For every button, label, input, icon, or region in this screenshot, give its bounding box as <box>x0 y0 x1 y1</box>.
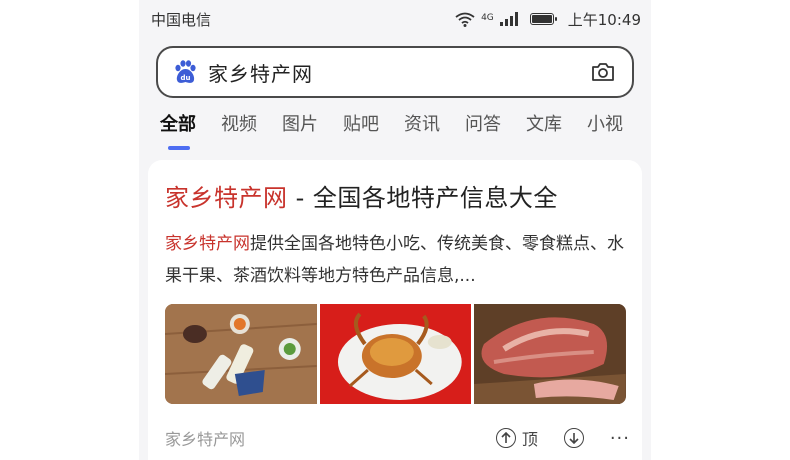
result-card[interactable]: 家乡特产网 - 全国各地特产信息大全 家乡特产网提供全国各地特色小吃、传统美食、… <box>148 160 642 460</box>
tab-news[interactable]: 资讯 <box>404 110 440 150</box>
status-indicators: 4G 上午10:49 <box>455 9 641 30</box>
carrier-label: 中国电信 <box>151 10 212 29</box>
tab-tieba[interactable]: 贴吧 <box>343 110 379 150</box>
tab-images[interactable]: 图片 <box>282 110 318 150</box>
upvote-label: 顶 <box>521 430 538 449</box>
phone-screen: 中国电信 4G 上午10:49 du 家乡特产网 全部 视频 图片 贴吧 资讯 … <box>139 0 651 460</box>
search-input[interactable]: 家乡特产网 <box>208 58 590 87</box>
result-images[interactable] <box>165 304 626 404</box>
cured-ham-image[interactable] <box>474 304 626 404</box>
network-type: 4G <box>481 12 494 23</box>
tab-wenku[interactable]: 文库 <box>526 110 562 150</box>
tab-video[interactable]: 视频 <box>221 110 257 150</box>
tab-short-video[interactable]: 小视 <box>587 110 623 150</box>
hairy-crab-image[interactable] <box>319 304 472 404</box>
arrow-up-icon <box>495 428 516 448</box>
svg-text:du: du <box>181 74 191 82</box>
arrow-down-icon[interactable] <box>563 428 584 448</box>
camera-icon[interactable] <box>590 59 616 85</box>
clock: 上午10:49 <box>567 10 641 29</box>
desc-keyword: 家乡特产网 <box>165 234 250 254</box>
baidu-paw-icon: du <box>175 60 196 83</box>
search-bar[interactable]: du 家乡特产网 <box>156 46 634 98</box>
title-keyword: 家乡特产网 <box>165 184 288 212</box>
more-options-icon[interactable]: ··· <box>610 428 630 449</box>
result-source[interactable]: 家乡特产网 <box>165 426 245 450</box>
tab-qa[interactable]: 问答 <box>465 110 501 150</box>
wifi-icon <box>455 12 475 27</box>
status-bar: 中国电信 4G 上午10:49 <box>139 0 651 38</box>
result-description: 家乡特产网提供全国各地特色小吃、传统美食、零食糕点、水果干果、茶酒饮料等地方特色… <box>165 228 627 292</box>
title-rest: - 全国各地特产信息大全 <box>287 184 558 212</box>
battery-icon <box>529 13 557 25</box>
tab-all[interactable]: 全部 <box>160 110 196 150</box>
result-actions: 顶 ··· <box>495 426 630 450</box>
signal-icon <box>499 12 518 26</box>
search-tabs: 全部 视频 图片 贴吧 资讯 问答 文库 小视 <box>160 110 623 150</box>
result-title[interactable]: 家乡特产网 - 全国各地特产信息大全 <box>165 178 558 213</box>
upvote-button[interactable]: 顶 <box>495 426 538 450</box>
snack-food-image[interactable] <box>165 304 317 404</box>
